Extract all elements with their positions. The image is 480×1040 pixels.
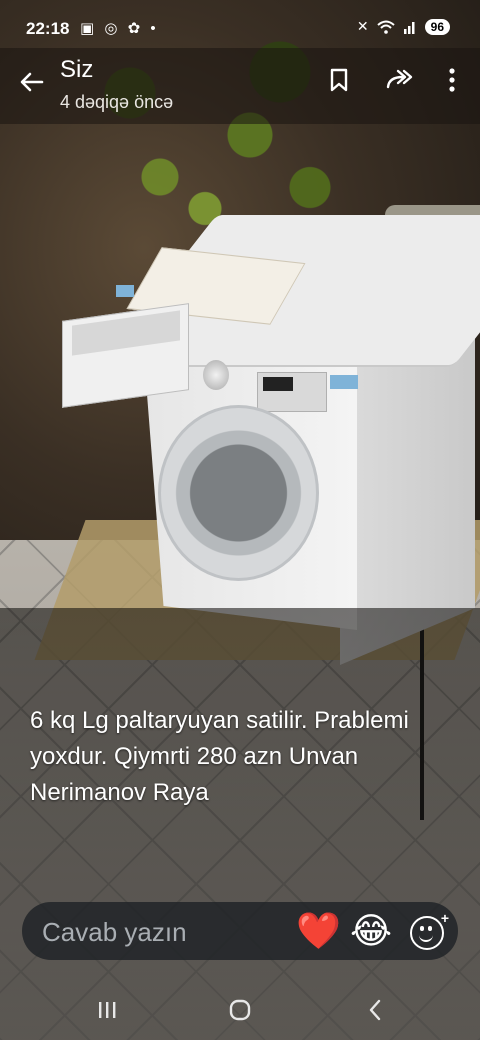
laughing-reaction-icon[interactable]: 😂 (350, 910, 392, 952)
add-reaction-icon[interactable]: + (410, 910, 449, 950)
whatsapp-icon: ◎ (104, 20, 121, 37)
post-time: 4 dəqiqə öncə (60, 92, 174, 112)
plus-icon: + (440, 910, 449, 926)
emoji-mouth (419, 933, 433, 942)
heart-reaction-icon[interactable]: ❤️ (296, 910, 341, 952)
signal-icon (403, 21, 415, 34)
system-navigation-bar (0, 980, 480, 1040)
poster-name[interactable]: Siz (60, 56, 93, 84)
caption-overlay (0, 608, 480, 1040)
bookmark-icon[interactable] (325, 66, 353, 94)
washing-machine-door (158, 405, 319, 581)
recents-icon[interactable] (89, 996, 125, 1024)
reply-bar: ❤️ 😂 + (22, 902, 458, 960)
reply-input[interactable] (40, 914, 284, 950)
washing-machine-tape (116, 285, 134, 297)
forward-icon[interactable] (385, 66, 413, 94)
battery-badge: 96 (424, 18, 450, 35)
dot-icon: • (150, 20, 159, 37)
paw-icon: ✿ (127, 20, 144, 37)
more-icon[interactable] (438, 66, 466, 94)
wifi-icon (376, 20, 395, 34)
notification-icons: ▣ ◎ ✿ • (80, 19, 159, 37)
washing-machine-tape (330, 375, 358, 389)
status-caption: 6 kq Lg paltaryuyan satilir. Prablemi yo… (30, 707, 409, 806)
screenshot-icon: ▣ (80, 20, 98, 37)
washing-machine-knob (203, 360, 229, 390)
home-icon[interactable] (222, 996, 258, 1024)
back-arrow-icon[interactable] (16, 66, 48, 98)
system-icons: ✕ 96 (357, 18, 450, 35)
status-header: Siz 4 dəqiqə öncə (0, 48, 480, 124)
washing-machine-display (263, 377, 293, 391)
mute-icon: ✕ (356, 18, 369, 34)
clock: 22:18 (26, 19, 70, 38)
back-icon[interactable] (357, 996, 393, 1024)
